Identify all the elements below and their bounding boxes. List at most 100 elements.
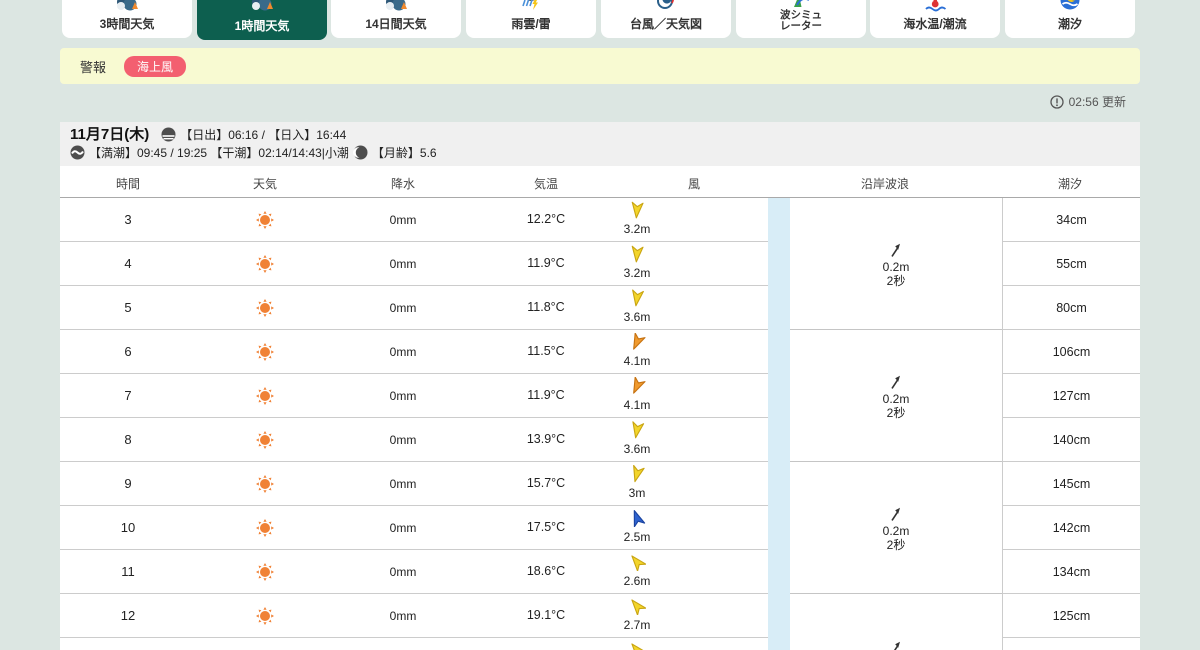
- wave-direction-icon: [886, 372, 906, 392]
- tide-column: 34cm 55cm 80cm 106cm 127cm 140cm 145cm 1…: [1002, 198, 1140, 650]
- wind-cell: 3m: [605, 465, 669, 500]
- wave-direction-icon: [886, 638, 906, 650]
- precip-value: 0mm: [389, 565, 417, 579]
- wave-group: [790, 594, 1002, 650]
- wave-sim-icon: [788, 0, 814, 13]
- tab-wave-simulator[interactable]: 波シミュ レーター: [736, 0, 866, 38]
- tab-typhoon-chart[interactable]: 台風／天気図: [601, 0, 731, 38]
- sun-cloud-icon: [383, 0, 409, 13]
- sunny-icon: [255, 606, 275, 626]
- sunny-icon: [255, 474, 275, 494]
- wind-speed: 4.1m: [623, 398, 651, 412]
- precip-value: 0mm: [389, 477, 417, 491]
- wind-direction-icon: [628, 245, 646, 263]
- precip-value: 0mm: [389, 301, 417, 315]
- wave-direction-icon: [886, 504, 906, 524]
- wave-period: 2秒: [886, 273, 906, 288]
- wind-speed: 4.1m: [623, 354, 651, 368]
- tab-label: 14日間天気: [365, 17, 427, 31]
- sunny-icon: [255, 518, 275, 538]
- tab-1hour-weather[interactable]: 1時間天気: [197, 0, 327, 40]
- tide-value: 125cm: [1003, 594, 1140, 638]
- tide-value: 140cm: [1003, 418, 1140, 462]
- hour-label: 10: [120, 520, 136, 535]
- moon-age: 【月齢】5.6: [371, 146, 437, 160]
- wave-height: 0.2m: [882, 391, 910, 406]
- tab-label: 台風／天気図: [629, 17, 702, 31]
- hour-label: 5: [124, 300, 132, 315]
- table-row: 11 0mm 18.6°C 2.6m: [60, 550, 768, 594]
- wind-direction-icon: [628, 289, 646, 307]
- table-row: 10 0mm 17.5°C 2.5m: [60, 506, 768, 550]
- tab-label: 海水温/潮流: [903, 17, 967, 31]
- col-header-wind: 風: [687, 177, 701, 191]
- hour-label: 7: [124, 388, 132, 403]
- tide-value: 145cm: [1003, 462, 1140, 506]
- col-header-tide: 潮汐: [1057, 177, 1083, 191]
- tab-rain-radar[interactable]: 雨雲/雷: [466, 0, 596, 38]
- wind-cell: 2.7m: [605, 597, 669, 632]
- table-row: 12 0mm 19.1°C 2.7m: [60, 594, 768, 638]
- tab-14day-weather[interactable]: 14日間天気: [331, 0, 461, 38]
- hour-label: 11: [121, 564, 135, 579]
- hour-label: 9: [124, 476, 132, 491]
- column-separator-stripe: [768, 198, 790, 650]
- tab-3hour-weather[interactable]: 3時間天気: [62, 0, 192, 38]
- tab-label: 雨雲/雷: [511, 17, 551, 31]
- col-header-precip: 降水: [390, 177, 416, 191]
- updated-time: 02:56 更新: [1050, 93, 1126, 110]
- sunny-icon: [255, 210, 275, 230]
- precip-value: 0mm: [389, 609, 417, 623]
- table-header: 時間 天気 降水 気温 風 沿岸波浪 潮汐: [60, 166, 1140, 198]
- wave-group: 0.2m 2秒: [790, 198, 1002, 330]
- wave-direction-icon: [886, 240, 906, 260]
- precip-value: 0mm: [389, 257, 417, 271]
- wind-direction-icon: [628, 201, 646, 219]
- date-label: 11月7日(木): [70, 126, 150, 143]
- temp-value: 11.5°C: [527, 344, 565, 358]
- tide-value: 55cm: [1003, 242, 1140, 286]
- hour-label: 4: [124, 256, 132, 271]
- sunny-icon: [255, 562, 275, 582]
- wind-direction-icon: [628, 509, 646, 527]
- alert-badge-sea-wind[interactable]: 海上風: [124, 55, 187, 77]
- table-row: 7 0mm 11.9°C 4.1m: [60, 374, 768, 418]
- wind-direction-icon: [628, 597, 646, 615]
- col-header-waves: 沿岸波浪: [860, 177, 910, 191]
- coastal-wave-column: 0.2m 2秒 0.2m 2秒 0.2m 2秒: [790, 198, 1002, 650]
- wind-speed: 3.2m: [623, 222, 651, 236]
- typhoon-icon: [653, 0, 679, 13]
- wind-direction-icon: [628, 377, 646, 395]
- wave-height: 0.2m: [882, 259, 910, 274]
- wind-direction-icon: [628, 333, 646, 351]
- wind-speed: 2.6m: [623, 574, 651, 588]
- wave-period: 2秒: [886, 405, 906, 420]
- forecast-panel: 11月7日(木) 【日出】06:16 / 【日入】16:44 【満潮】09:45 …: [60, 122, 1140, 650]
- tide-value: 106cm: [1003, 330, 1140, 374]
- tide-value: 134cm: [1003, 550, 1140, 594]
- wind-cell: 3.2m: [605, 201, 669, 236]
- table-row: 8 0mm 13.9°C 3.6m: [60, 418, 768, 462]
- updated-time-text: 02:56 更新: [1068, 95, 1126, 109]
- temp-value: 15.7°C: [526, 476, 566, 490]
- tide-moon-icon: [1057, 0, 1083, 13]
- sun-times: 【日出】06:16 / 【日入】16:44: [180, 128, 347, 142]
- wind-direction-icon: [628, 641, 646, 650]
- wind-cell: [605, 641, 669, 650]
- sunny-icon: [255, 254, 275, 274]
- wind-cell: 3.6m: [605, 421, 669, 456]
- tide-value: 127cm: [1003, 374, 1140, 418]
- moon-phase-icon: [353, 145, 368, 160]
- col-header-weather: 天気: [252, 177, 278, 191]
- col-header-temp: 気温: [533, 177, 559, 191]
- sunny-icon: [255, 298, 275, 318]
- temp-value: 11.9°C: [527, 256, 565, 270]
- tab-tide[interactable]: 潮汐: [1005, 0, 1135, 38]
- tab-sea-temp-current[interactable]: 海水温/潮流: [870, 0, 1000, 38]
- temp-value: 18.6°C: [526, 564, 566, 578]
- wind-speed: 2.7m: [623, 618, 651, 632]
- precip-value: 0mm: [389, 345, 417, 359]
- wind-speed: 2.5m: [623, 530, 651, 544]
- hour-label: 6: [124, 344, 132, 359]
- precip-value: 0mm: [389, 521, 417, 535]
